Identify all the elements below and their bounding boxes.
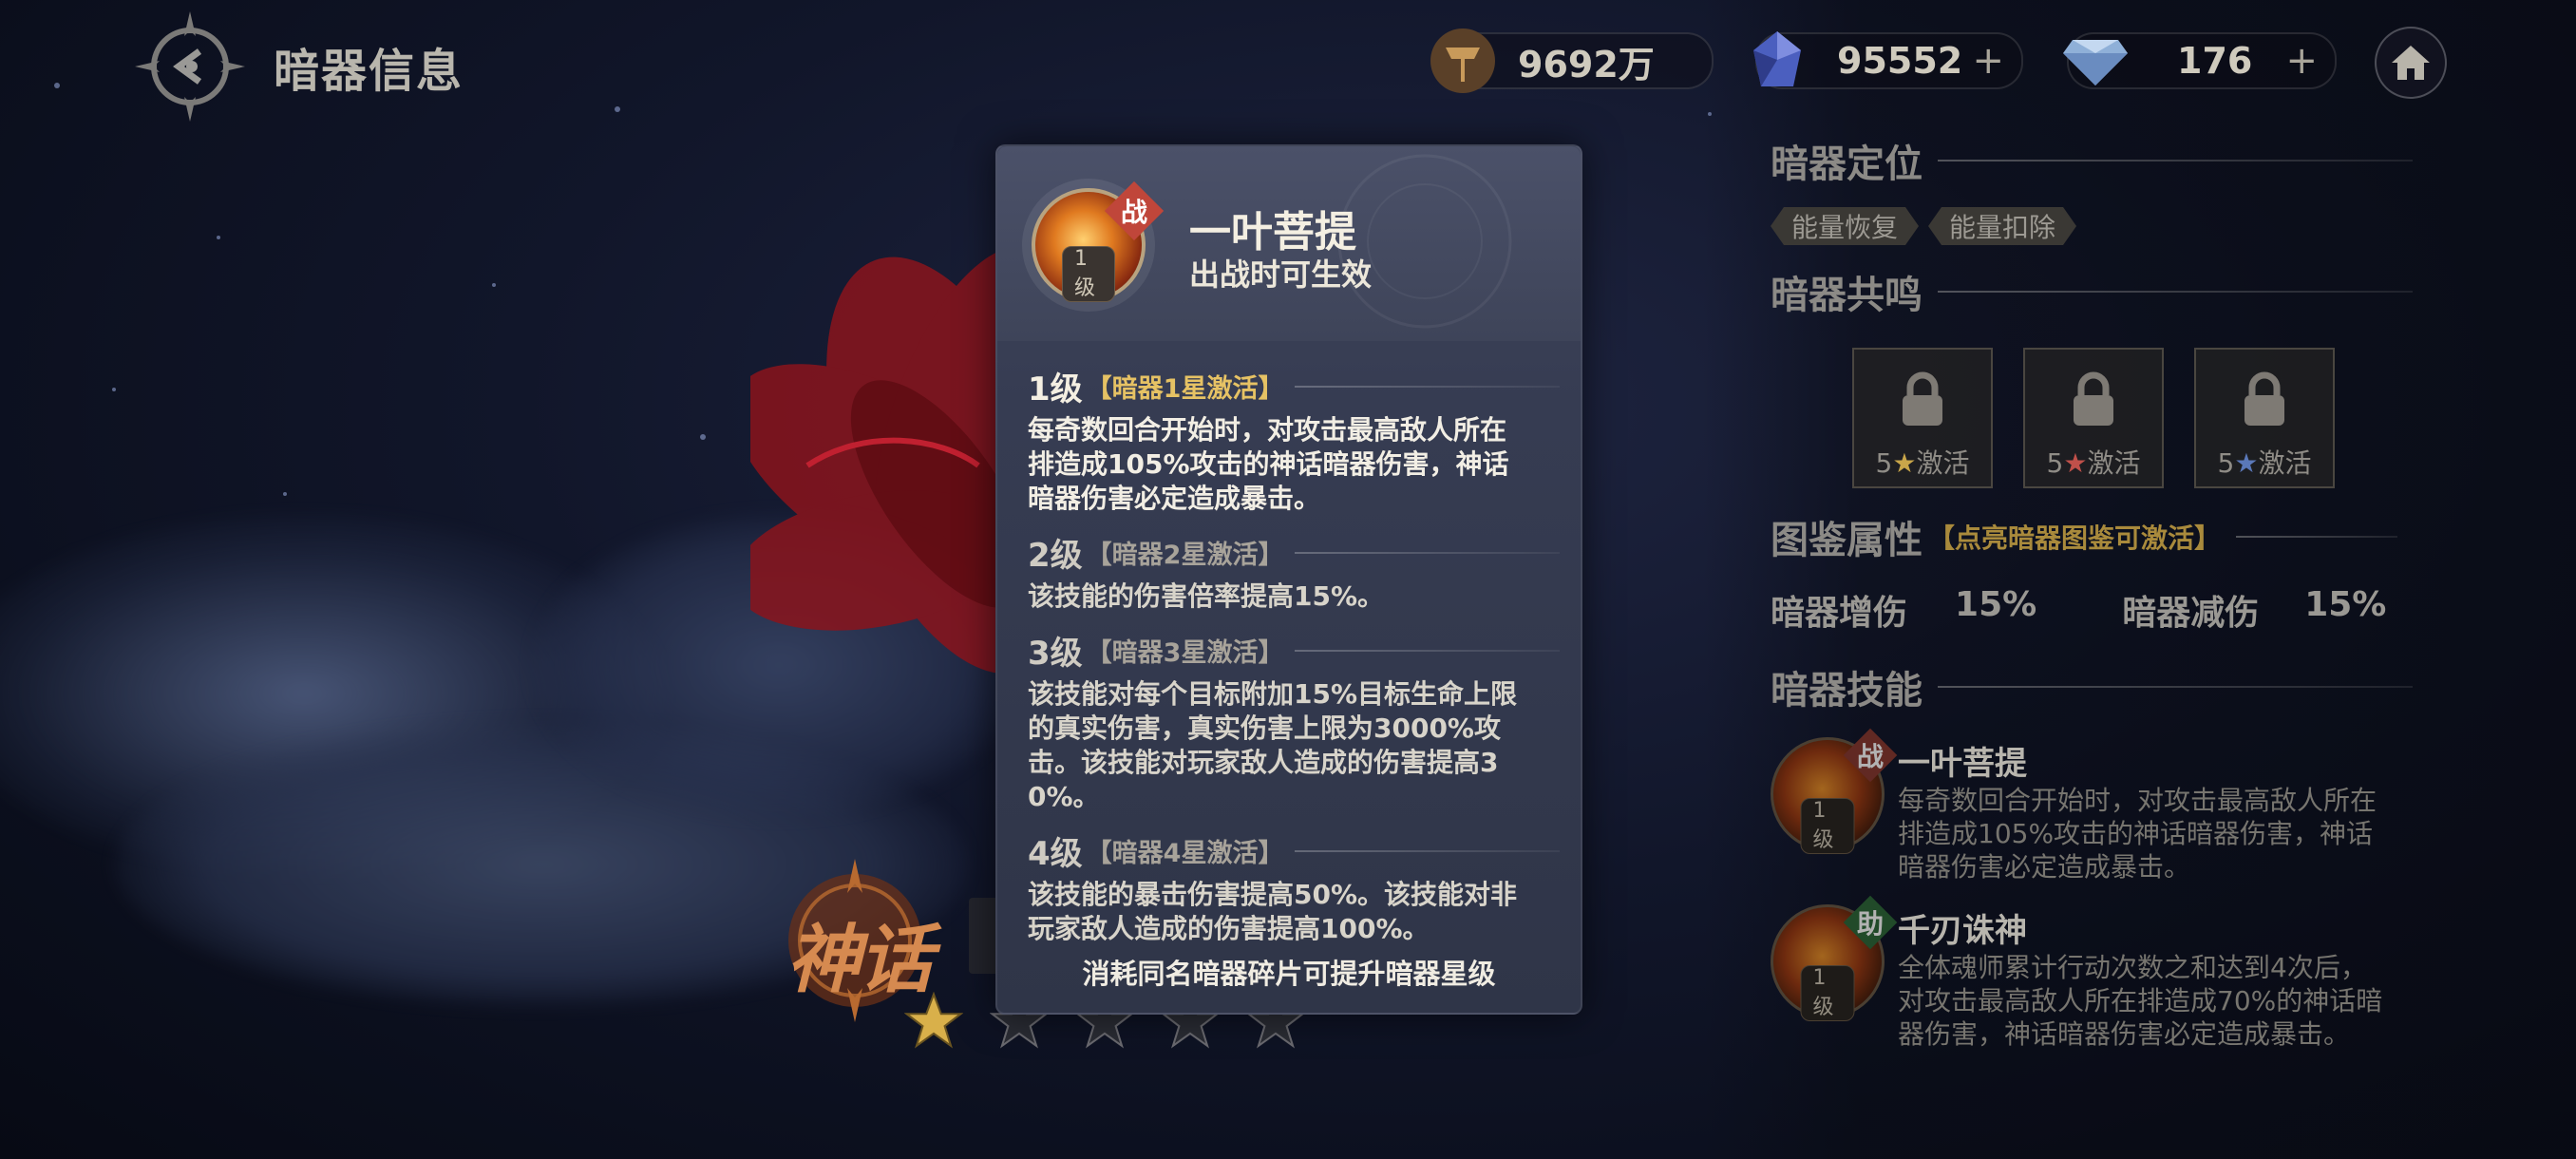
page-title: 暗器信息 bbox=[274, 45, 464, 98]
add-diamond-button[interactable]: + bbox=[2285, 39, 2318, 83]
stat-damage-reduction-label: 暗器减伤 bbox=[2122, 594, 2260, 633]
level-4-text-line: 玩家敌人造成的伤害提高100%。 bbox=[1028, 913, 1430, 944]
level-2-header: 2级 【暗器2星激活】 bbox=[1028, 529, 1560, 576]
diamond-value: 176 bbox=[2177, 40, 2253, 82]
popup-skill-subtitle: 出战时可生效 bbox=[1189, 256, 1373, 293]
crystal-icon bbox=[1753, 31, 1801, 86]
level-4-header: 4级 【暗器4星激活】 bbox=[1028, 827, 1560, 874]
skill-desc-line: 排造成105%攻击的神话暗器伤害，神话 bbox=[1898, 818, 2374, 849]
skill-desc-line: 对攻击最高敌人所在排造成70%的神话暗 bbox=[1898, 985, 2383, 1016]
resource-crystal: 95552 + bbox=[1753, 31, 2023, 89]
level-1-text-line: 暗器伤害必定造成暴击。 bbox=[1028, 483, 1321, 514]
stat-damage-bonus-label: 暗器增伤 bbox=[1771, 594, 1908, 633]
skill-icon-yiyeputi: 战 1级 bbox=[1771, 728, 1898, 854]
skills-section-title: 暗器技能 bbox=[1771, 659, 2416, 714]
skill-icon-qianrenzhushen: 助 1级 bbox=[1771, 895, 1898, 1021]
resonance-slot-3[interactable]: 5★激活 bbox=[2194, 348, 2335, 488]
skill-name: 一叶菩提 bbox=[1898, 745, 2027, 783]
skill-desc-line: 每奇数回合开始时，对攻击最高敌人所在 bbox=[1898, 785, 2377, 816]
home-icon bbox=[2392, 46, 2430, 80]
skill-desc-line: 器伤害，神话暗器伤害必定造成暴击。 bbox=[1898, 1018, 2351, 1050]
skill-name: 千刃诛神 bbox=[1898, 912, 2027, 950]
popup-level-chip: 1级 bbox=[1062, 246, 1115, 302]
skill-item-yiyeputi[interactable]: 战 1级 一叶菩提 每奇数回合开始时，对攻击最高敌人所在 排造成105%攻击的神… bbox=[1771, 728, 2416, 884]
resonance-slot-1[interactable]: 5★激活 bbox=[1852, 348, 1993, 488]
star-icon: ★ bbox=[2063, 447, 2088, 479]
tag-energy-recovery: 能量恢复 bbox=[1771, 207, 1919, 245]
skill-desc-line: 全体魂师累计行动次数之和达到4次后， bbox=[1898, 952, 2367, 983]
level-4-text-line: 该技能的暴击伤害提高50%。该技能对非 bbox=[1028, 879, 1518, 910]
resonance-slots: 5★激活 5★激活 5★激活 bbox=[1852, 348, 2416, 488]
level-2-text-line: 该技能的伤害倍率提高15%。 bbox=[1028, 580, 1385, 612]
battle-badge-icon: 战 bbox=[1843, 728, 1898, 783]
level-3-text-line: 的真实伤害，真实伤害上限为3000%攻 bbox=[1028, 712, 1501, 744]
back-emblem-icon[interactable] bbox=[133, 10, 247, 124]
gold-value: 9692万 bbox=[1518, 43, 1655, 86]
crystal-value: 95552 bbox=[1837, 40, 1963, 82]
lock-icon bbox=[1903, 371, 1942, 426]
level-3-text-line: 击。该技能对玩家敌人造成的伤害提高3 bbox=[1028, 747, 1499, 778]
level-3-header: 3级 【暗器3星激活】 bbox=[1028, 627, 1560, 674]
star-icon-filled bbox=[904, 992, 963, 1049]
lock-icon bbox=[2074, 371, 2113, 426]
positioning-tags: 能量恢复 能量扣除 bbox=[1771, 207, 2416, 245]
lock-icon bbox=[2245, 371, 2284, 426]
star-icon: ★ bbox=[2234, 447, 2259, 479]
codex-hint: 【点亮暗器图鉴可激活】 bbox=[1928, 522, 2222, 554]
resource-diamond: 176 + bbox=[2063, 32, 2337, 89]
level-3-text-line: 0%。 bbox=[1028, 781, 1100, 812]
skill-desc-line: 暗器伤害必定造成暴击。 bbox=[1898, 851, 2191, 883]
stat-damage-bonus-value: 15% bbox=[1955, 585, 2037, 624]
popup-levels: 1级 【暗器1星激活】 每奇数回合开始时，对攻击最高敌人所在 排造成105%攻击… bbox=[1028, 363, 1560, 946]
level-1-header: 1级 【暗器1星激活】 bbox=[1028, 363, 1560, 409]
level-1-text-line: 每奇数回合开始时，对攻击最高敌人所在 bbox=[1028, 414, 1507, 446]
positioning-section-title: 暗器定位 bbox=[1771, 133, 2416, 188]
add-crystal-button[interactable]: + bbox=[1972, 39, 2004, 83]
header: 暗器信息 bbox=[133, 10, 464, 124]
level-1-text-line: 排造成105%攻击的神话暗器伤害，神话 bbox=[1028, 448, 1509, 480]
popup-footer-hint: 消耗同名暗器碎片可提升暗器星级 bbox=[1082, 958, 1496, 990]
skill-item-qianrenzhushen[interactable]: 助 1级 千刃诛神 全体魂师累计行动次数之和达到4次后， 对攻击最高敌人所在排造… bbox=[1771, 895, 2416, 1051]
resource-gold: 9692万 bbox=[1430, 28, 1714, 93]
skill-level-chip: 1级 bbox=[1800, 798, 1855, 854]
gold-icon bbox=[1430, 28, 1495, 93]
support-badge-icon: 助 bbox=[1843, 895, 1898, 950]
stat-damage-reduction-value: 15% bbox=[2304, 585, 2387, 624]
codex-stats: 暗器增伤 15% 暗器减伤 15% bbox=[1771, 585, 2416, 635]
skill-detail-popup[interactable]: 战 1级 一叶菩提 出战时可生效 1级 【暗器1星激活】 每奇数回合开始时，对攻… bbox=[995, 144, 1582, 1015]
star-icon: ★ bbox=[1892, 447, 1917, 479]
popup-skill-icon: 战 1级 bbox=[1032, 180, 1165, 302]
popup-skill-name: 一叶菩提 bbox=[1189, 208, 1356, 256]
resonance-slot-2[interactable]: 5★激活 bbox=[2023, 348, 2164, 488]
diamond-icon bbox=[2063, 40, 2128, 86]
skill-level-chip: 1级 bbox=[1800, 965, 1855, 1021]
right-panel: 暗器定位 能量恢复 能量扣除 暗器共鸣 5★激活 5★激活 5★激活 图鉴属性 … bbox=[1771, 133, 2416, 1051]
resonance-section-title: 暗器共鸣 bbox=[1771, 264, 2416, 319]
codex-section-title: 图鉴属性 【点亮暗器图鉴可激活】 bbox=[1771, 509, 2416, 564]
level-3-text-line: 该技能对每个目标附加15%目标生命上限 bbox=[1028, 678, 1518, 710]
home-button[interactable] bbox=[2375, 27, 2447, 99]
tag-energy-deduction: 能量扣除 bbox=[1928, 207, 2076, 245]
